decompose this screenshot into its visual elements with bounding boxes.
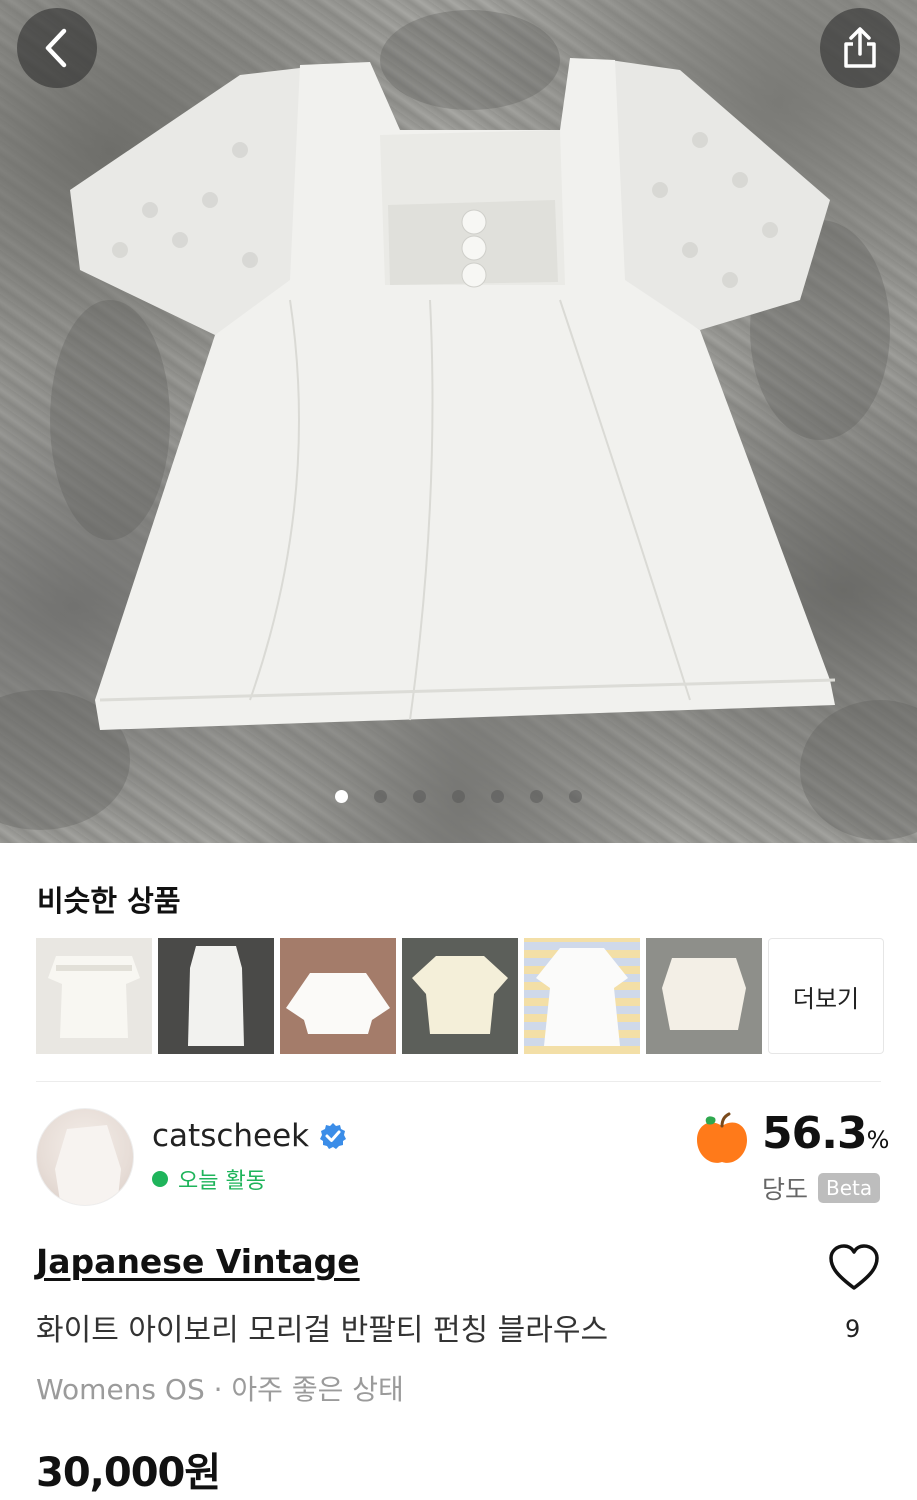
product-thumbnail-image <box>48 956 140 1038</box>
carousel-indicator <box>0 790 917 803</box>
carousel-dot[interactable] <box>569 790 582 803</box>
verified-badge-icon <box>320 1123 347 1149</box>
product-thumbnail-image <box>286 973 390 1034</box>
beta-badge: Beta <box>818 1173 881 1203</box>
similar-product-thumbnail[interactable] <box>646 938 762 1054</box>
product-thumbnail-image <box>412 956 508 1034</box>
sweetness-unit: % <box>866 1126 890 1154</box>
seller-name: catscheek <box>152 1118 310 1154</box>
similar-product-thumbnail[interactable] <box>36 938 152 1054</box>
seller-name-row[interactable]: catscheek <box>152 1118 347 1154</box>
share-icon <box>844 27 876 68</box>
similar-product-thumbnail[interactable] <box>158 938 274 1054</box>
back-button[interactable] <box>17 8 97 88</box>
online-dot-icon <box>152 1171 168 1187</box>
apple-icon <box>697 1112 747 1163</box>
more-label: 더보기 <box>792 984 860 1013</box>
carousel-dot[interactable] <box>491 790 504 803</box>
product-title: 화이트 아이보리 모리걸 반팔티 펀칭 블라우스 <box>36 1313 609 1348</box>
product-thumbnail-image <box>662 958 746 1030</box>
chevron-left-icon <box>45 28 67 68</box>
product-meta: Womens OS · 아주 좋은 상태 <box>36 1373 404 1406</box>
seller-activity-status: 오늘 활동 <box>152 1163 266 1195</box>
carousel-dot[interactable] <box>374 790 387 803</box>
seller-avatar[interactable] <box>36 1108 134 1206</box>
carousel-dot[interactable] <box>413 790 426 803</box>
avatar-image <box>55 1125 121 1205</box>
more-similar-button[interactable]: 더보기 <box>768 938 884 1054</box>
heart-icon[interactable] <box>828 1244 880 1292</box>
product-thumbnail-image <box>188 946 244 1046</box>
similar-products-title: 비슷한 상품 <box>37 884 181 918</box>
activity-label: 오늘 활동 <box>178 1169 266 1194</box>
share-button[interactable] <box>820 8 900 88</box>
similar-product-thumbnail[interactable] <box>280 938 396 1054</box>
sweetness-label: 당도 <box>762 1175 809 1204</box>
sweetness-label-row[interactable]: 당도 Beta <box>762 1170 881 1206</box>
sweetness-score: 56.3% <box>762 1108 890 1159</box>
sweetness-value: 56.3 <box>762 1108 868 1159</box>
brand-link[interactable]: Japanese Vintage <box>36 1242 360 1281</box>
product-image-carousel[interactable] <box>0 0 917 843</box>
carousel-dot[interactable] <box>335 790 348 803</box>
carousel-dot[interactable] <box>530 790 543 803</box>
similar-product-thumbnail[interactable] <box>524 938 640 1054</box>
like-count: 9 <box>845 1315 861 1343</box>
section-divider <box>36 1081 881 1082</box>
similar-product-thumbnail[interactable] <box>402 938 518 1054</box>
similar-products-list: 더보기 <box>36 938 884 1054</box>
carousel-dot[interactable] <box>452 790 465 803</box>
product-thumbnail-image <box>536 948 628 1046</box>
product-price: 30,000원 <box>36 1450 221 1496</box>
product-photo <box>0 10 917 840</box>
